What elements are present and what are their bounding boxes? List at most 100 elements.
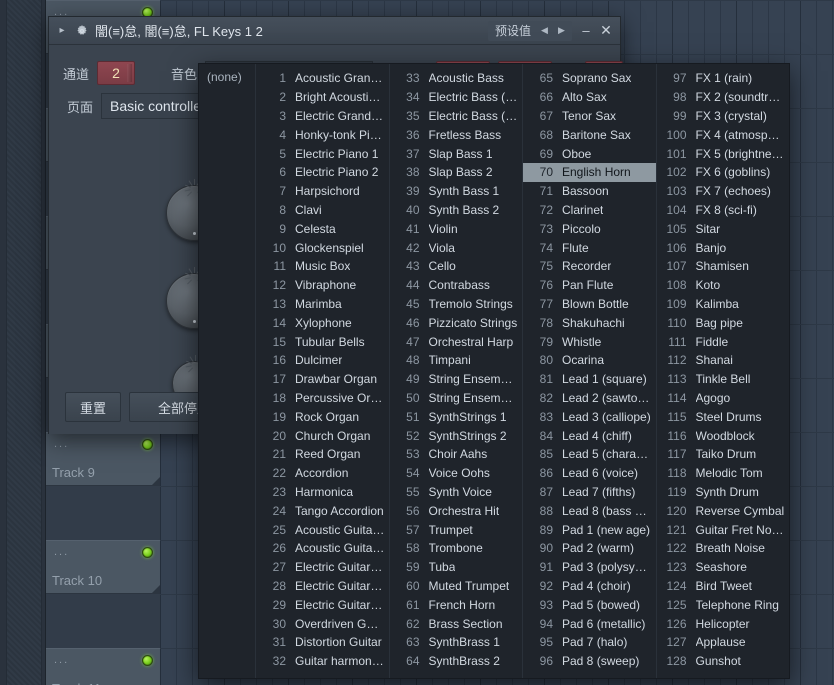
patch-item[interactable]: 73 Piccolo (523, 219, 656, 238)
patch-item[interactable]: 89 Pad 1 (new age) (523, 520, 656, 539)
plugin-titlebar[interactable]: ▸ 闇(≡)怠, 闇(≡)怠, FL Keys 1 2 预设值 ◀ ▶ – ✕ (49, 17, 620, 45)
patch-item[interactable]: 18 Percussive Organ (256, 389, 389, 408)
expand-arrow-icon[interactable]: ▸ (53, 17, 71, 45)
patch-item[interactable]: 52 SynthStrings 2 (390, 426, 523, 445)
patch-item[interactable]: 100 FX 4 (atmosphere) (657, 125, 790, 144)
patch-none-item[interactable]: (none) (199, 69, 255, 85)
patch-item[interactable]: 65 Soprano Sax (523, 69, 656, 88)
patch-item[interactable]: 48 Timpani (390, 351, 523, 370)
patch-item[interactable]: 124 Bird Tweet (657, 577, 790, 596)
patch-item[interactable]: 51 SynthStrings 1 (390, 407, 523, 426)
patch-item[interactable]: 50 String Ensemble 2 (390, 389, 523, 408)
patch-item[interactable]: 7 Harpsichord (256, 182, 389, 201)
patch-item[interactable]: 24 Tango Accordion (256, 501, 389, 520)
minimize-icon[interactable]: – (576, 21, 596, 41)
preset-next-icon[interactable]: ▶ (554, 22, 569, 40)
patch-item[interactable]: 113 Tinkle Bell (657, 370, 790, 389)
patch-item[interactable]: 106 Banjo (657, 238, 790, 257)
patch-item[interactable]: 74 Flute (523, 238, 656, 257)
track-menu-dots-icon[interactable]: ... (54, 547, 69, 558)
patch-item[interactable]: 32 Guitar harmonics (256, 652, 389, 671)
patch-item[interactable]: 60 Muted Trumpet (390, 577, 523, 596)
patch-item[interactable]: 111 Fiddle (657, 332, 790, 351)
patch-item[interactable]: 110 Bag pipe (657, 313, 790, 332)
track-enable-led[interactable] (142, 547, 153, 558)
patch-item[interactable]: 90 Pad 2 (warm) (523, 539, 656, 558)
patch-item[interactable]: 22 Accordion (256, 464, 389, 483)
patch-item[interactable]: 128 Gunshot (657, 652, 790, 671)
patch-item[interactable]: 59 Tuba (390, 558, 523, 577)
patch-item[interactable]: 5 Electric Piano 1 (256, 144, 389, 163)
patch-item[interactable]: 117 Taiko Drum (657, 445, 790, 464)
playlist-track-row[interactable]: ... Track 9 (46, 432, 160, 486)
patch-item[interactable]: 19 Rock Organ (256, 407, 389, 426)
patch-item[interactable]: 108 Koto (657, 276, 790, 295)
patch-item[interactable]: 64 SynthBrass 2 (390, 652, 523, 671)
patch-item[interactable]: 121 Guitar Fret Noise (657, 520, 790, 539)
patch-item[interactable]: 61 French Horn (390, 595, 523, 614)
patch-item[interactable]: 107 Shamisen (657, 257, 790, 276)
patch-item[interactable]: 13 Marimba (256, 295, 389, 314)
patch-item[interactable]: 56 Orchestra Hit (390, 501, 523, 520)
patch-item[interactable]: 54 Voice Oohs (390, 464, 523, 483)
patch-item[interactable]: 70 English Horn (523, 162, 656, 182)
patch-item[interactable]: 101 FX 5 (brightness) (657, 144, 790, 163)
patch-item[interactable]: 40 Synth Bass 2 (390, 201, 523, 220)
patch-item[interactable]: 43 Cello (390, 257, 523, 276)
patch-item[interactable]: 11 Music Box (256, 257, 389, 276)
patch-item[interactable]: 28 Electric Guitar (clean) (256, 577, 389, 596)
patch-item[interactable]: 25 Acoustic Guitar (nylon) (256, 520, 389, 539)
patch-item[interactable]: 122 Breath Noise (657, 539, 790, 558)
track-menu-dots-icon[interactable]: ... (54, 439, 69, 450)
patch-item[interactable]: 97 FX 1 (rain) (657, 69, 790, 88)
patch-item[interactable]: 23 Harmonica (256, 483, 389, 502)
patch-item[interactable]: 63 SynthBrass 1 (390, 633, 523, 652)
playlist-track-row[interactable]: ... Track 10 (46, 540, 160, 594)
patch-item[interactable]: 44 Contrabass (390, 276, 523, 295)
patch-item[interactable]: 66 Alto Sax (523, 88, 656, 107)
patch-item[interactable]: 41 Violin (390, 219, 523, 238)
patch-item[interactable]: 109 Kalimba (657, 295, 790, 314)
patch-item[interactable]: 30 Overdriven Guitar (256, 614, 389, 633)
patch-item[interactable]: 104 FX 8 (sci-fi) (657, 201, 790, 220)
patch-item[interactable]: 62 Brass Section (390, 614, 523, 633)
reset-button[interactable]: 重置 (65, 392, 122, 422)
patch-item[interactable]: 85 Lead 5 (charang) (523, 445, 656, 464)
patch-item[interactable]: 4 Honky-tonk Piano (256, 125, 389, 144)
gear-icon[interactable] (71, 24, 93, 38)
patch-item[interactable]: 126 Helicopter (657, 614, 790, 633)
patch-item[interactable]: 86 Lead 6 (voice) (523, 464, 656, 483)
patch-item[interactable]: 39 Synth Bass 1 (390, 182, 523, 201)
patch-item[interactable]: 82 Lead 2 (sawtooth) (523, 389, 656, 408)
track-menu-dots-icon[interactable]: ... (54, 655, 69, 666)
patch-item[interactable]: 77 Blown Bottle (523, 295, 656, 314)
patch-item[interactable]: 14 Xylophone (256, 313, 389, 332)
patch-item[interactable]: 78 Shakuhachi (523, 313, 656, 332)
patch-item[interactable]: 102 FX 6 (goblins) (657, 163, 790, 182)
patch-item[interactable]: 57 Trumpet (390, 520, 523, 539)
patch-item[interactable]: 55 Synth Voice (390, 483, 523, 502)
patch-item[interactable]: 26 Acoustic Guitar (steel) (256, 539, 389, 558)
patch-item[interactable]: 119 Synth Drum (657, 483, 790, 502)
patch-item[interactable]: 2 Bright Acoustic Piano (256, 88, 389, 107)
patch-item[interactable]: 20 Church Organ (256, 426, 389, 445)
patch-item[interactable]: 53 Choir Aahs (390, 445, 523, 464)
track-enable-led[interactable] (142, 439, 153, 450)
patch-item[interactable]: 105 Sitar (657, 219, 790, 238)
patch-item[interactable]: 58 Trombone (390, 539, 523, 558)
patch-item[interactable]: 3 Electric Grand Piano (256, 107, 389, 126)
patch-item[interactable]: 31 Distortion Guitar (256, 633, 389, 652)
patch-item[interactable]: 67 Tenor Sax (523, 107, 656, 126)
patch-item[interactable]: 10 Glockenspiel (256, 238, 389, 257)
patch-item[interactable]: 79 Whistle (523, 332, 656, 351)
patch-item[interactable]: 96 Pad 8 (sweep) (523, 652, 656, 671)
patch-item[interactable]: 115 Steel Drums (657, 407, 790, 426)
patch-dropdown-popup[interactable]: (none) 1 Acoustic Grand Piano 2 Bright Acou… (198, 63, 790, 679)
patch-item[interactable]: 12 Vibraphone (256, 276, 389, 295)
patch-item[interactable]: 94 Pad 6 (metallic) (523, 614, 656, 633)
patch-item[interactable]: 27 Electric Guitar (jazz) (256, 558, 389, 577)
patch-item[interactable]: 16 Dulcimer (256, 351, 389, 370)
patch-item[interactable]: 36 Fretless Bass (390, 125, 523, 144)
patch-item[interactable]: 116 Woodblock (657, 426, 790, 445)
patch-item[interactable]: 29 Electric Guitar (muted) (256, 595, 389, 614)
